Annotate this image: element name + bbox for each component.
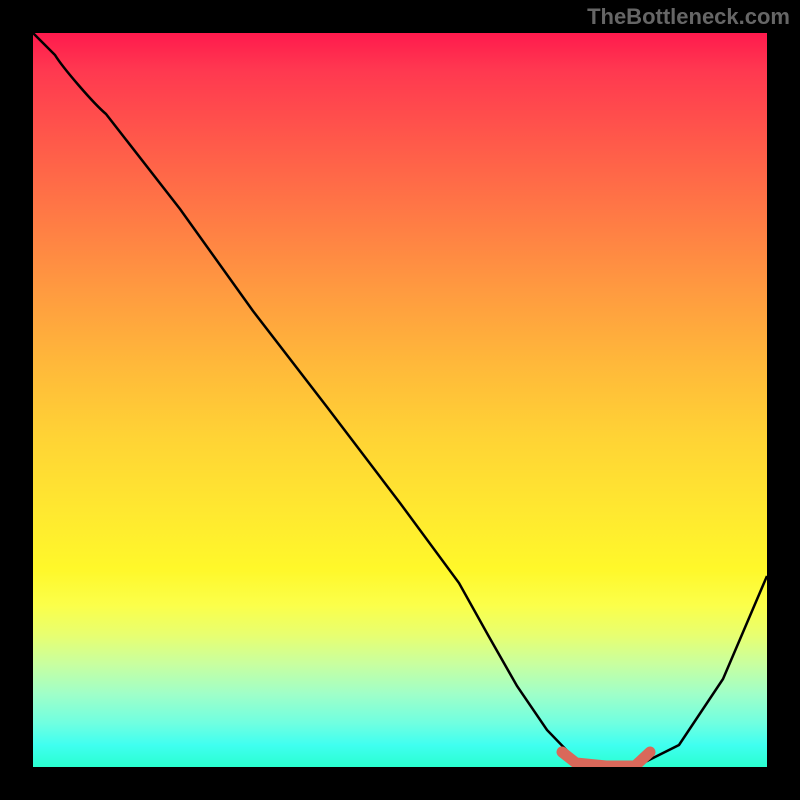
watermark-text: TheBottleneck.com: [587, 4, 790, 30]
bottleneck-curve: [33, 33, 767, 767]
chart-svg: [33, 33, 767, 767]
highlight-segment: [562, 752, 650, 766]
